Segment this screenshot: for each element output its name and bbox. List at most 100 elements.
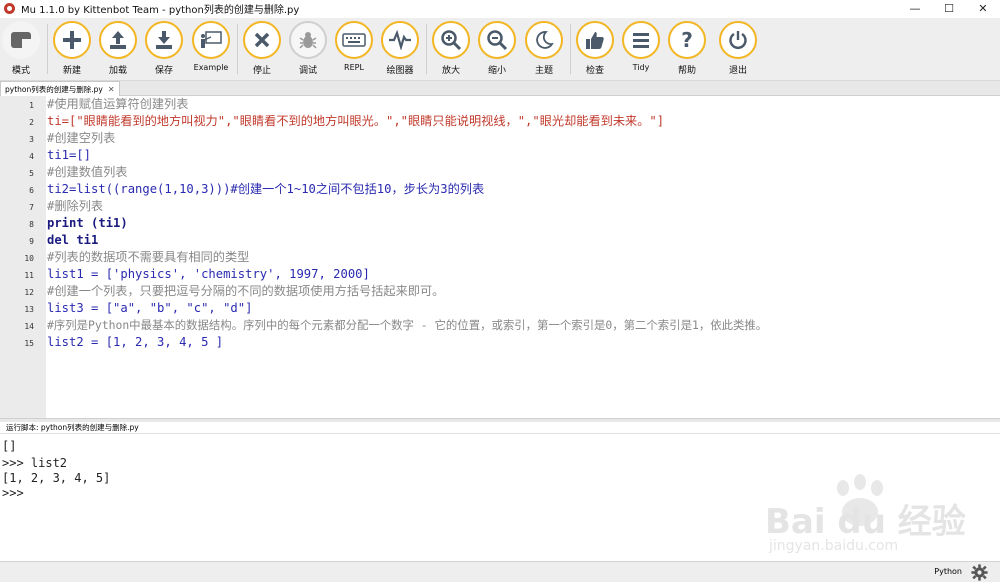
plotter-label: 绘图器 (386, 66, 414, 76)
plus-icon (53, 21, 91, 59)
tab-bar: python列表的创建与删除.py ✕ (0, 81, 1000, 96)
line-number: 5 (29, 169, 34, 178)
tab-file[interactable]: python列表的创建与删除.py ✕ (0, 81, 120, 96)
toolbar: 模式 新建 加载 保存 Example 停止 调试 REPL 绘图器 放大 缩小… (0, 18, 1000, 81)
bug-icon (289, 21, 327, 59)
quit-label: 退出 (728, 66, 747, 76)
line-number: 7 (29, 203, 34, 212)
check-label: 检查 (585, 66, 604, 76)
zoom-in-label: 放大 (441, 66, 460, 76)
menu-lines-icon (622, 21, 660, 59)
repl-line: >>> list2 (2, 456, 68, 470)
save-button[interactable]: 保存 (140, 21, 188, 76)
window-title: Mu 1.1.0 by Kittenbot Team - python列表的创建… (21, 5, 300, 16)
code-line: del ti1 (47, 233, 99, 247)
watermark-url: jingyan.baidu.com (769, 538, 899, 554)
thumbs-up-icon (576, 21, 614, 59)
code-line: list1 = ['physics', 'chemistry', 1997, 2… (47, 267, 370, 281)
repl-line: >>> (2, 486, 24, 500)
theme-label: 主题 (534, 66, 553, 76)
code-line: #列表的数据项不需要具有相同的类型 (47, 250, 250, 264)
line-number: 1 (29, 101, 34, 110)
upload-icon (99, 21, 137, 59)
mode-button[interactable]: 模式 (0, 21, 45, 76)
tab-label: python列表的创建与删除.py (5, 84, 103, 94)
code-line: #创建空列表 (47, 131, 116, 145)
code-line: ti1=[] (47, 148, 92, 162)
line-number: 4 (29, 152, 34, 161)
code-line: #创建一个列表，只要把逗号分隔的不同的数据项使用方括号括起来即可。 (47, 284, 445, 298)
mode-indicator[interactable]: Python (934, 567, 962, 576)
line-number: 8 (29, 220, 34, 229)
load-button[interactable]: 加载 (94, 21, 142, 76)
code-line: list3 = ["a", "b", "c", "d"] (47, 301, 253, 315)
power-icon (719, 21, 757, 59)
stop-button[interactable]: 停止 (238, 21, 286, 76)
zoom-in-button[interactable]: 放大 (427, 21, 475, 76)
code-line: #序列是Python中最基本的数据结构。序列中的每个元素都分配一个数字 - 它的… (47, 318, 768, 332)
line-number: 2 (29, 118, 34, 127)
presentation-icon (192, 21, 230, 59)
theme-button[interactable]: 主题 (520, 21, 568, 76)
mode-icon (2, 21, 40, 59)
quit-button[interactable]: 退出 (714, 21, 762, 76)
help-label: 帮助 (677, 66, 696, 76)
zoom-out-button[interactable]: 缩小 (473, 21, 521, 76)
baidu-watermark: Bai du 经验 jingyan.baidu.com (765, 474, 985, 562)
code-line: #删除列表 (47, 199, 104, 213)
plotter-button[interactable]: 绘图器 (376, 21, 424, 76)
mode-label: 模式 (11, 66, 30, 76)
check-button[interactable]: 检查 (571, 21, 619, 76)
keyboard-icon (335, 21, 373, 59)
code-editor[interactable]: 1 2 3 4 5 6 7 8 9 10 11 12 13 14 15 #使用赋… (0, 96, 1000, 418)
zoom-in-icon (432, 21, 470, 59)
repl-line: [1, 2, 3, 4, 5] (2, 471, 111, 485)
example-label: Example (193, 63, 229, 72)
zoom-out-label: 缩小 (487, 66, 506, 76)
window-titlebar: Mu 1.1.0 by Kittenbot Team - python列表的创建… (0, 0, 1000, 17)
load-label: 加载 (108, 66, 127, 76)
new-button[interactable]: 新建 (48, 21, 96, 76)
line-number: 12 (24, 288, 34, 297)
close-icon (243, 21, 281, 59)
repl-button[interactable]: REPL (330, 21, 378, 72)
debug-button[interactable]: 调试 (284, 21, 332, 76)
tidy-label: Tidy (632, 63, 650, 72)
repl-label: REPL (344, 63, 364, 72)
save-label: 保存 (154, 66, 173, 76)
status-bar: Python (0, 561, 1000, 582)
code-line: ti2=list((range(1,10,3)))#创建一个1~10之间不包括1… (47, 182, 485, 196)
new-label: 新建 (62, 66, 81, 76)
tab-close-icon[interactable]: ✕ (108, 83, 115, 96)
code-line: ti=["眼睛能看到的地方叫视力","眼睛看不到的地方叫眼光。","眼睛只能说明… (47, 114, 665, 128)
close-window-button[interactable]: ✕ (966, 0, 1000, 17)
code-line: list2 = [1, 2, 3, 4, 5 ] (47, 335, 224, 349)
line-number: 13 (24, 305, 34, 314)
help-button[interactable]: ? 帮助 (663, 21, 711, 76)
example-button[interactable]: Example (187, 21, 235, 72)
app-logo-icon (4, 3, 15, 14)
line-number: 11 (24, 271, 34, 280)
line-number: 9 (29, 237, 34, 246)
tidy-button[interactable]: Tidy (617, 21, 665, 72)
maximize-button[interactable]: ☐ (932, 0, 966, 17)
line-number: 10 (24, 254, 34, 263)
debug-label: 调试 (298, 66, 317, 76)
line-number: 14 (24, 322, 34, 331)
code-line: #使用赋值运算符创建列表 (47, 97, 189, 111)
minimize-button[interactable]: — (898, 0, 932, 17)
repl-line: [] (2, 439, 17, 453)
line-number: 3 (29, 135, 34, 144)
question-icon: ? (668, 21, 706, 59)
pulse-icon (381, 21, 419, 59)
code-line: print (ti1) (47, 216, 128, 230)
line-number: 15 (24, 339, 34, 348)
code-line: #创建数值列表 (47, 165, 128, 179)
stop-label: 停止 (252, 66, 271, 76)
line-number-gutter: 1 2 3 4 5 6 7 8 9 10 11 12 13 14 15 (0, 96, 46, 418)
download-icon (145, 21, 183, 59)
gear-icon[interactable] (971, 564, 988, 581)
watermark-brand: Bai du 经验 (765, 502, 966, 542)
repl-header: 运行脚本: python列表的创建与删除.py (0, 422, 1000, 434)
moon-icon (525, 21, 563, 59)
